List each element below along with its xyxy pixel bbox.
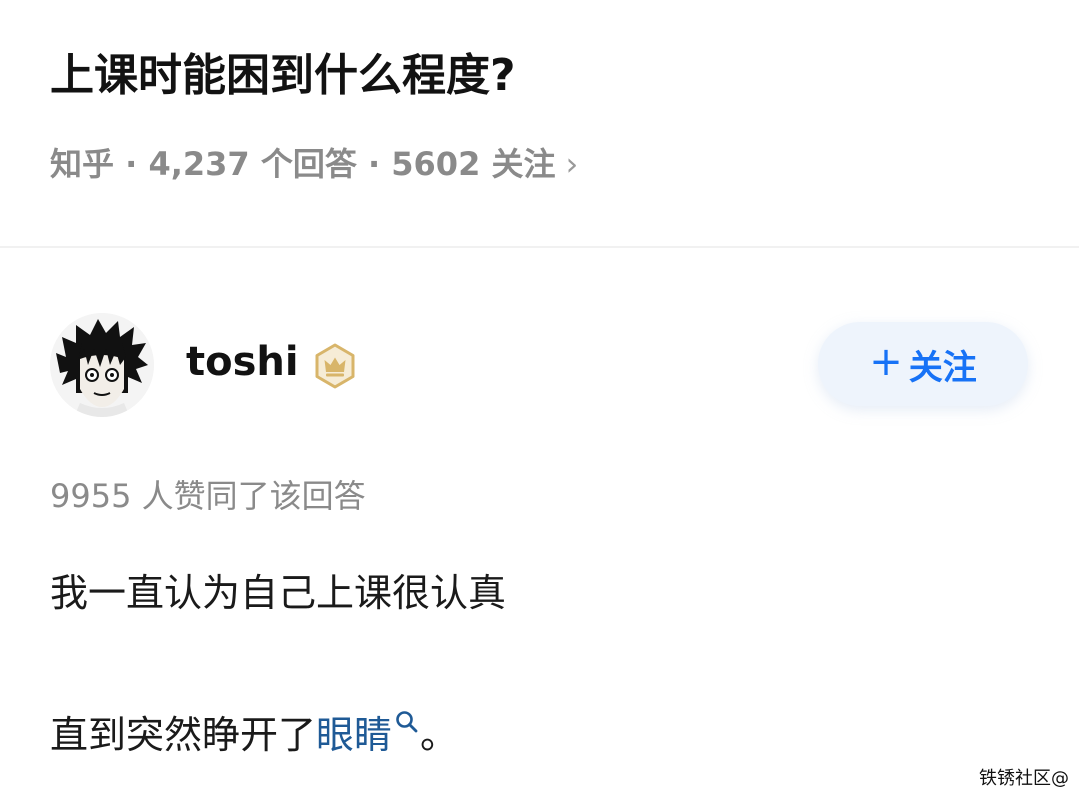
- chevron-right-icon: ›: [565, 145, 579, 183]
- question-title[interactable]: 上课时能困到什么程度?: [50, 40, 516, 112]
- answer-text-line: 我一直认为自己上课很认真: [50, 571, 507, 615]
- cartoon-avatar-icon: [50, 313, 154, 417]
- search-icon[interactable]: [394, 709, 420, 735]
- follow-button-label: 关注: [908, 347, 977, 388]
- source-label: 知乎: [50, 145, 115, 183]
- meta-separator: ·: [356, 145, 392, 183]
- crown-badge-icon: [312, 343, 358, 389]
- plus-icon: +: [869, 339, 903, 385]
- followers-count: 5602 关注: [391, 145, 556, 183]
- keyword-search-link[interactable]: 眼睛: [316, 713, 392, 757]
- answers-count: 4,237 个回答: [148, 145, 357, 183]
- answer-text-segment: 。: [420, 713, 459, 757]
- answer-text-line: 直到突然睁开了眼睛 。: [50, 707, 458, 763]
- question-meta[interactable]: 知乎 · 4,237 个回答 · 5602 关注 ›: [50, 140, 578, 188]
- author-name[interactable]: toshi: [186, 334, 299, 390]
- divider: [0, 246, 1079, 248]
- meta-separator: ·: [114, 145, 149, 183]
- answer-text-segment: 直到突然睁开了: [50, 713, 317, 757]
- avatar[interactable]: [50, 313, 154, 417]
- follow-button[interactable]: + 关注: [818, 322, 1028, 406]
- upvote-info: 9955 人赞同了该回答: [50, 477, 366, 515]
- watermark: 铁锈社区@: [979, 768, 1069, 789]
